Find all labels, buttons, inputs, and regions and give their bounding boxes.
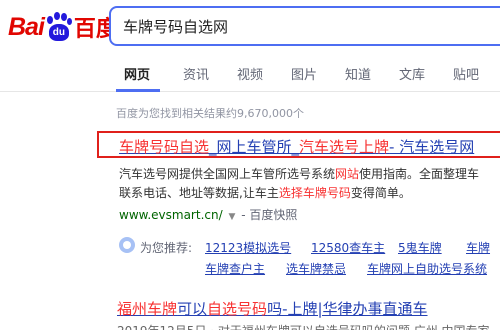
recommend-link[interactable]: 5鬼车牌 <box>398 239 442 256</box>
recommend-link[interactable]: 12123模拟选号 <box>205 239 291 256</box>
logo-paw-text: du <box>48 24 69 41</box>
baidu-logo[interactable]: Bai du 百度 <box>8 8 118 46</box>
recommend-link[interactable]: 车牌网上自助选号系统 <box>367 260 487 277</box>
snippet-text: 使用指南。全面整理车 <box>359 167 480 181</box>
tab-wenku[interactable]: 文库 <box>399 64 425 83</box>
result-1-snippet-line-1: 汽车选号网提供全国网上车管所选号系统网站使用指南。全面整理车 <box>119 165 479 182</box>
recommend-icon <box>119 237 135 253</box>
tab-zhidao[interactable]: 知道 <box>345 64 371 83</box>
result-1-url-line: www.evsmart.cn/ ▼ - 百度快照 <box>119 206 297 223</box>
result-2-title-keyword: 自选号码 <box>207 300 268 318</box>
result-1-snippet-line-2: 联系电话、地址等数据,让车主选择车牌号码变得简单。 <box>119 184 411 201</box>
result-2-title[interactable]: 福州车牌可以自选号码吗-上牌|华律办事直通车 <box>117 298 428 319</box>
result-1-title-part-4: - 汽车选号网 <box>389 138 475 156</box>
recommend-label: 为您推荐: <box>140 241 193 255</box>
snippet-text: 联系电话、地址等数据,让车主 <box>119 186 279 200</box>
tab-tieba[interactable]: 贴吧 <box>453 64 479 83</box>
snippet-keyword: 选择车牌号码 <box>278 186 351 200</box>
result-1-title[interactable]: 车牌号码自选_网上车管所_汽车选号上牌- 汽车选号网 <box>119 136 474 157</box>
recommend-link[interactable]: 车牌查户主 <box>205 260 265 277</box>
result-1-url[interactable]: www.evsmart.cn/ <box>119 208 223 222</box>
tab-web[interactable]: 网页 <box>124 64 150 83</box>
logo-text-left: Bai <box>8 12 45 41</box>
result-count: 百度为您找到相关结果约9,670,000个 <box>116 107 304 120</box>
result-2-title-text: 可以 <box>177 300 208 318</box>
result-2-snippet: 2019年12月5日 · 对于福州车牌可以自选号码吗的问题 广州 中国专家 <box>117 322 490 330</box>
result-1-title-keyword-1: 车牌号码自选 <box>119 138 210 156</box>
snippet-keyword: 网站 <box>335 167 360 181</box>
result-1-title-part-2: _网上车管所_ <box>209 138 300 156</box>
search-input[interactable] <box>111 8 500 44</box>
search-box[interactable] <box>109 6 500 46</box>
tab-video[interactable]: 视频 <box>237 64 263 83</box>
dropdown-arrow-icon[interactable]: ▼ <box>228 212 235 222</box>
paw-icon: du <box>45 12 73 42</box>
result-1-title-keyword-2: 汽车选号上牌 <box>299 138 390 156</box>
header: Bai du 百度 <box>0 0 500 52</box>
snippet-text: 变得简单。 <box>350 186 411 200</box>
snippet-text: 汽车选号网提供全国网上车管所选号系统 <box>119 167 336 181</box>
search-tabs: 网页 资讯 视频 图片 知道 文库 贴吧 <box>0 52 500 92</box>
result-2-title-keyword: 车牌 <box>147 300 178 318</box>
tab-images[interactable]: 图片 <box>291 64 317 83</box>
active-tab-indicator <box>116 89 160 92</box>
recommend-link[interactable]: 12580查车主 <box>311 239 385 256</box>
recommend-link[interactable]: 车牌 <box>466 239 490 256</box>
result-2-title-keyword: 福州 <box>117 300 148 318</box>
tab-news[interactable]: 资讯 <box>183 64 209 83</box>
recommend-link[interactable]: 选车牌禁忌 <box>286 260 346 277</box>
result-2-title-text: 吗-上牌|华律办事直通车 <box>267 300 428 318</box>
snapshot-link[interactable]: - 百度快照 <box>241 208 297 222</box>
